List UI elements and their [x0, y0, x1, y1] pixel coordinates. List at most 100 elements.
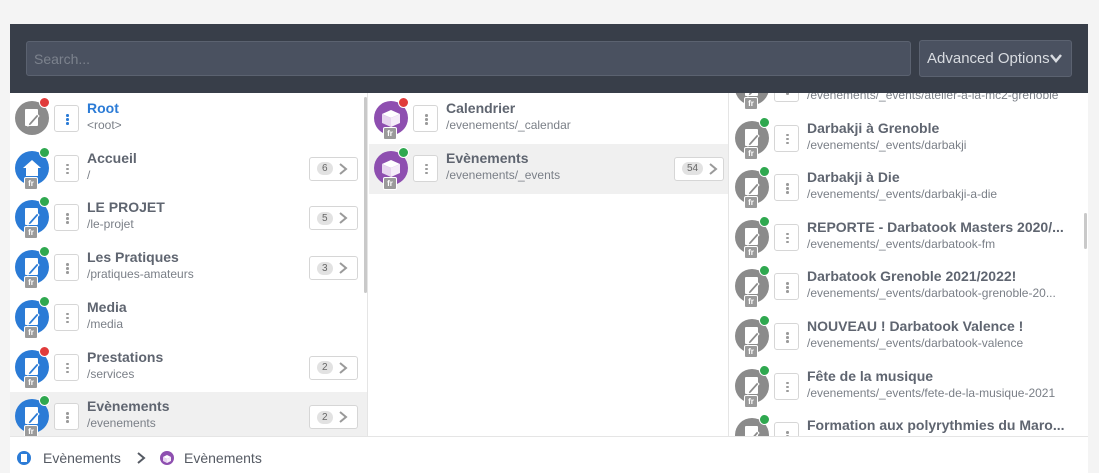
item-path: /evenements/_calendar — [446, 118, 571, 132]
tree-row[interactable]: fr LE PROJET/le-projet 5 — [10, 193, 367, 243]
chevron-down-icon — [1050, 54, 1062, 63]
expand-children-button[interactable]: 6 — [309, 156, 358, 181]
item-title[interactable]: Darbakji à Die — [807, 169, 900, 185]
tree-row[interactable]: fr Darbatook Grenoble 2021/2022! /evenemen… — [730, 262, 1088, 312]
status-dot — [39, 345, 50, 357]
status-dot — [39, 97, 50, 108]
tree-row[interactable]: fr Darbakji à Grenoble/evenements/_events… — [730, 114, 1088, 164]
tree-row[interactable]: fr Fête de la musique/evenements/_events/… — [730, 362, 1088, 412]
tree-row[interactable]: Root <root> — [10, 94, 367, 144]
more-menu-button[interactable] — [774, 422, 799, 436]
chevron-right-icon — [338, 262, 348, 274]
module-icon — [160, 451, 174, 465]
item-title[interactable]: Accueil — [87, 150, 137, 166]
status-dot — [759, 364, 770, 376]
item-title[interactable]: Prestations — [87, 349, 163, 365]
breadcrumb: Evènements Evènements — [10, 436, 1088, 473]
search-input[interactable] — [26, 41, 911, 76]
more-menu-button[interactable] — [774, 124, 799, 152]
more-menu-button[interactable] — [54, 353, 79, 381]
top-bar: Advanced Options — [10, 24, 1088, 93]
tree-row[interactable]: fr NOUVEAU ! Darbatook Valence ! /evenemen… — [730, 312, 1088, 362]
more-menu-button[interactable] — [54, 303, 79, 331]
item-title[interactable]: LE PROJET — [87, 199, 165, 215]
tree-row[interactable]: fr Darbakji à Die/evenements/_events/darb… — [730, 163, 1088, 213]
tree-row[interactable]: fr REPORTE - Darbatook Masters 2020/.../e… — [730, 213, 1088, 263]
column-1[interactable]: Root <root> fr Accueil/ 6 fr LE PROJET/le-proj… — [10, 93, 368, 436]
item-title[interactable]: REPORTE - Darbatook Masters 2020/... — [807, 219, 1064, 235]
item-title[interactable]: Darbatook Grenoble 2021/2022! — [807, 268, 1016, 284]
more-menu-button[interactable] — [413, 154, 438, 182]
more-menu-button[interactable] — [54, 204, 79, 232]
more-menu-button[interactable] — [774, 273, 799, 301]
tree-row[interactable]: fr/evenements/_events/atelier-a-la-mc2-g… — [730, 93, 1088, 114]
chevron-right-icon — [338, 361, 348, 374]
chevron-right-icon — [709, 162, 718, 175]
children-count-badge: 2 — [317, 410, 333, 424]
more-menu-button[interactable] — [774, 93, 799, 102]
column-3[interactable]: fr/evenements/_events/atelier-a-la-mc2-g… — [730, 93, 1088, 436]
expand-children-button[interactable]: 54 — [674, 156, 724, 181]
children-count-badge: 6 — [317, 162, 333, 176]
children-count-badge: 2 — [317, 361, 333, 374]
more-menu-button[interactable] — [774, 372, 799, 400]
more-menu-button[interactable] — [774, 223, 799, 251]
language-badge: fr — [744, 146, 758, 160]
children-count-badge: 5 — [317, 211, 333, 225]
expand-children-button[interactable]: 2 — [309, 405, 358, 430]
tree-row[interactable]: fr Evènements/evenements/_events 54 — [369, 143, 728, 194]
item-title[interactable]: Formation aux polyrythmies du Maro... — [807, 417, 1064, 433]
item-title[interactable]: Les Pratiques — [87, 249, 179, 265]
item-path: /evenements/_events — [446, 167, 561, 182]
item-title[interactable]: Fête de la musique — [807, 368, 933, 384]
tree-row[interactable]: fr Accueil/ 6 — [10, 144, 367, 194]
chevron-right-icon — [338, 411, 348, 423]
language-badge: fr — [24, 226, 38, 240]
item-title[interactable]: Calendrier — [446, 100, 515, 116]
item-path: /evenements/_events/darbakji-a-die — [807, 187, 998, 202]
more-menu-button[interactable] — [54, 254, 79, 282]
tree-row[interactable]: fr Evènements/evenements 2 — [10, 392, 367, 436]
item-title[interactable]: Root — [87, 100, 119, 116]
item-path: /le-projet — [87, 217, 134, 232]
tree-row[interactable]: fr Media/media — [10, 293, 367, 343]
item-path: /evenements — [87, 416, 156, 431]
column-3-scrollbar[interactable] — [1084, 213, 1087, 249]
language-badge: fr — [744, 245, 758, 259]
more-menu-button[interactable] — [774, 323, 799, 350]
more-menu-button[interactable] — [413, 105, 438, 132]
expand-children-button[interactable]: 5 — [309, 206, 358, 231]
item-title[interactable]: Evènements — [446, 150, 528, 166]
column-2[interactable]: fr Calendrier/evenements/_calendar fr Evène… — [369, 93, 729, 436]
language-badge: fr — [24, 176, 38, 190]
breadcrumb-item[interactable]: Evènements — [184, 450, 262, 466]
language-badge: fr — [744, 196, 758, 210]
column-1-scrollbar[interactable] — [364, 97, 367, 293]
item-title[interactable]: Media — [87, 299, 127, 315]
item-title[interactable]: Evènements — [87, 398, 169, 414]
expand-children-button[interactable]: 3 — [309, 256, 358, 281]
tree-row[interactable]: frFormation aux polyrythmies du Maro... — [730, 411, 1088, 436]
more-menu-button[interactable] — [774, 174, 799, 202]
breadcrumb-item[interactable]: Evènements — [43, 450, 121, 466]
language-badge: fr — [24, 375, 38, 389]
page-icon — [17, 451, 31, 465]
language-badge: fr — [744, 394, 758, 408]
language-badge: fr — [744, 97, 758, 110]
tree-row[interactable]: fr Les Pratiques/pratiques-amateurs 3 — [10, 243, 367, 293]
status-dot — [39, 295, 50, 307]
item-title[interactable]: NOUVEAU ! Darbatook Valence ! — [807, 318, 1023, 334]
item-path: /services — [87, 366, 135, 381]
status-dot — [398, 97, 409, 108]
item-title[interactable]: Darbakji à Grenoble — [807, 120, 939, 136]
item-path: /evenements/_events/fete-de-la-musique-2… — [807, 385, 1056, 400]
more-menu-button[interactable] — [54, 403, 79, 431]
tree-row[interactable]: fr Calendrier/evenements/_calendar — [369, 94, 728, 144]
tree-row[interactable]: fr Prestations/services 2 — [10, 343, 367, 393]
expand-children-button[interactable]: 2 — [309, 355, 358, 380]
more-menu-button[interactable] — [54, 154, 79, 182]
advanced-options-button[interactable]: Advanced Options — [919, 40, 1072, 77]
item-path: /evenements/_events/darbatook-grenoble-2… — [807, 286, 1056, 301]
item-path: /evenements/_events/darbatook-valence — [807, 336, 1024, 350]
more-menu-button[interactable] — [54, 105, 79, 132]
